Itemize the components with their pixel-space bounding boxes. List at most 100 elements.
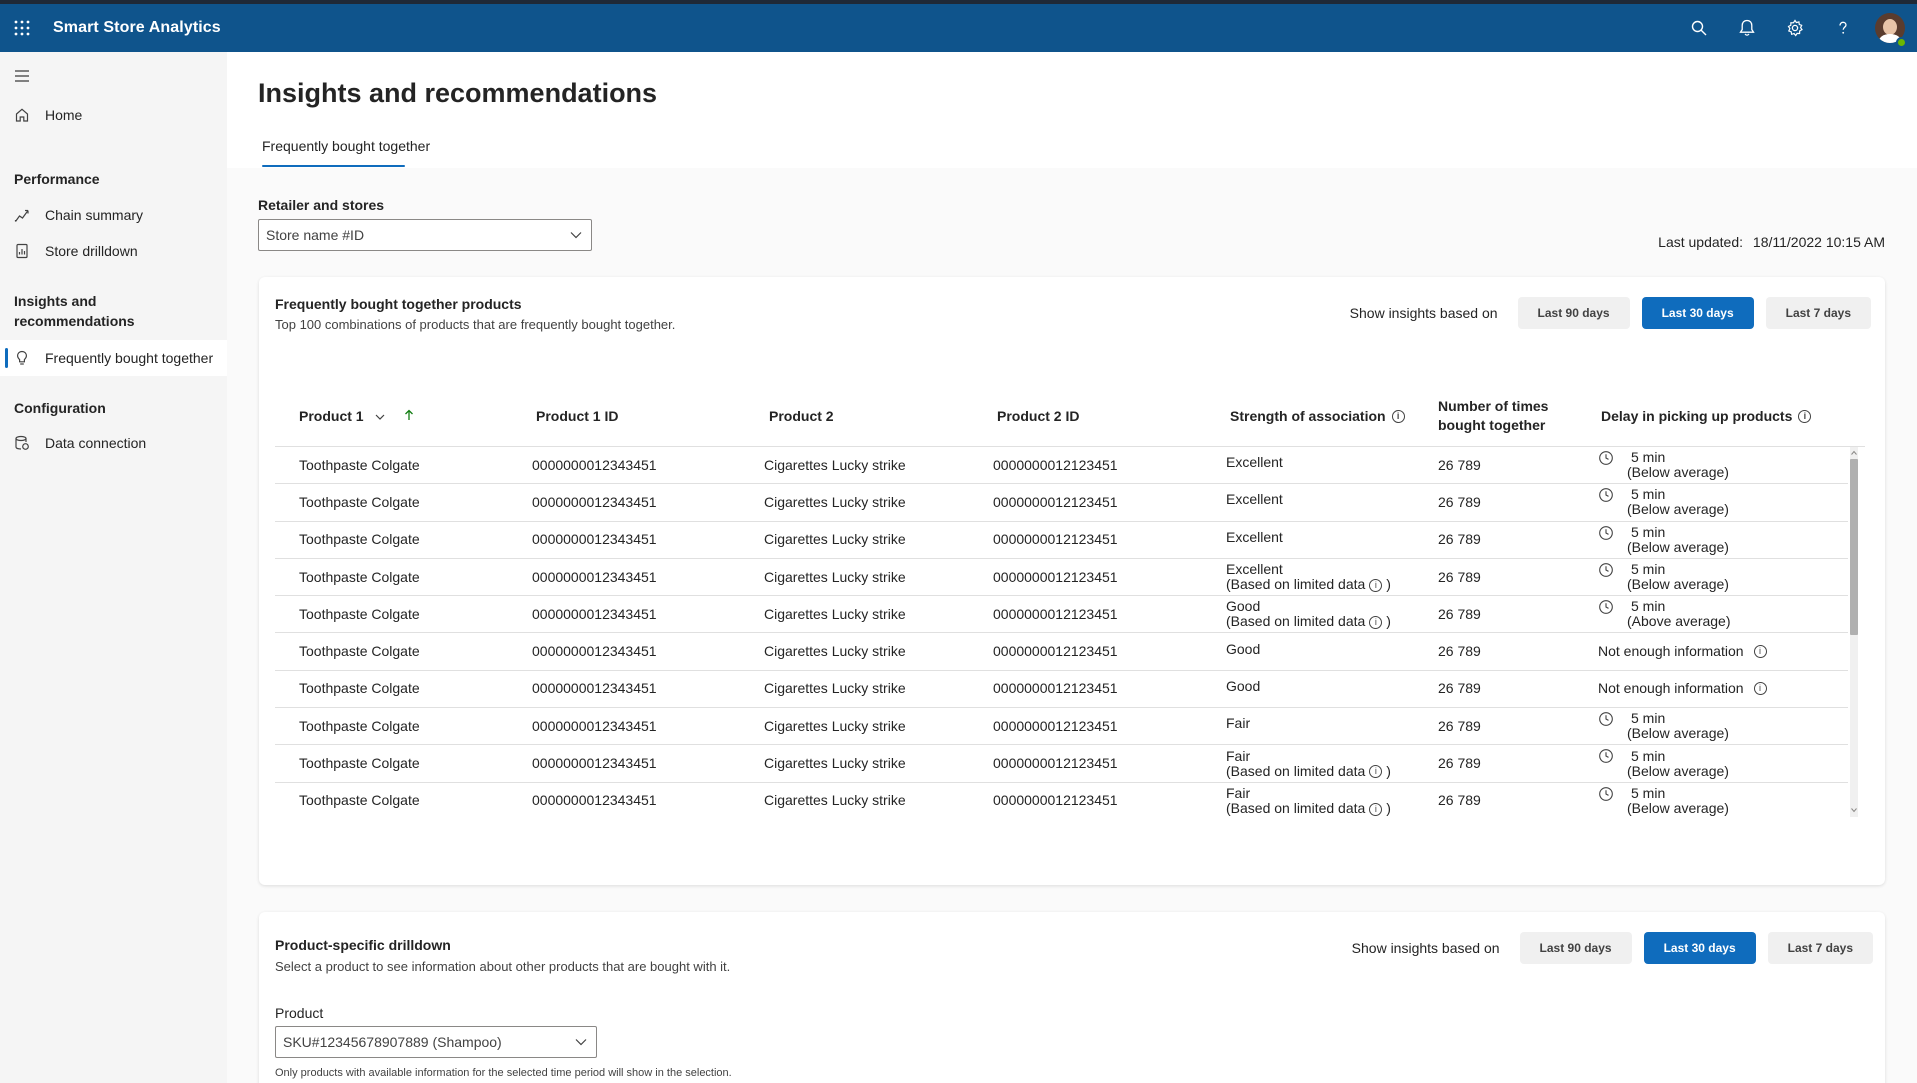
drilldown-range-30-button[interactable]: Last 30 days: [1643, 932, 1756, 964]
scroll-up-icon[interactable]: [1850, 449, 1858, 457]
bell-icon[interactable]: [1723, 4, 1771, 52]
cell-delay-value: 5 min: [1631, 561, 1666, 578]
nav-home[interactable]: Home: [0, 97, 227, 133]
cell-delay-value: Not enough information: [1598, 680, 1744, 697]
cell-product1-id: 0000000012343451: [532, 605, 657, 622]
info-icon[interactable]: i: [1369, 802, 1383, 816]
cell-times: 26 789: [1438, 717, 1481, 734]
info-icon[interactable]: i: [1798, 410, 1812, 423]
search-icon[interactable]: [1675, 4, 1723, 52]
drilldown-range-label: Show insights based on: [1351, 940, 1500, 956]
app-launcher-icon[interactable]: [0, 4, 44, 52]
chevron-down-icon[interactable]: [374, 411, 386, 423]
col-product1-header[interactable]: Product 1: [299, 407, 414, 426]
fbt-range-30-button[interactable]: Last 30 days: [1641, 297, 1754, 329]
gear-icon[interactable]: [1771, 4, 1819, 52]
page-header: Insights and recommendations Frequently …: [227, 52, 1917, 168]
table-row[interactable]: Toothpaste Colgate 0000000012343451 Cigare…: [275, 596, 1848, 634]
cell-delay-note: (Below average): [1627, 762, 1729, 779]
table-row[interactable]: Toothpaste Colgate 0000000012343451 Cigare…: [275, 447, 1848, 485]
col-product1-label: Product 1: [299, 408, 364, 424]
clock-icon: [1598, 525, 1614, 541]
nav-home-label: Home: [45, 107, 83, 123]
table-row[interactable]: Toothpaste Colgate 0000000012343451 Cigare…: [275, 671, 1848, 709]
nav-frequently-bought-together[interactable]: Frequently bought together: [0, 340, 227, 376]
drilldown-range-90-button[interactable]: Last 90 days: [1519, 932, 1632, 964]
cell-product2-id: 0000000012123451: [993, 643, 1118, 660]
nav-chain-summary[interactable]: Chain summary: [0, 197, 227, 233]
table-scrollbar[interactable]: [1849, 447, 1859, 817]
tab-selected-indicator: [262, 165, 405, 167]
cell-strength: Fair (Based on limited data i ): [1226, 783, 1391, 817]
cell-product2: Cigarettes Lucky strike: [764, 643, 906, 660]
cell-delay-value: 5 min: [1631, 523, 1666, 540]
presence-available-icon: [1896, 37, 1907, 48]
cell-strength: Excellent (Based on limited data i ): [1226, 559, 1391, 595]
cell-times: 26 789: [1438, 493, 1481, 510]
cell-product1: Toothpaste Colgate: [299, 792, 420, 809]
retailer-stores-label: Retailer and stores: [258, 197, 385, 213]
table-row[interactable]: Toothpaste Colgate 0000000012343451 Cigare…: [275, 783, 1848, 817]
info-icon[interactable]: i: [1391, 410, 1405, 423]
chevron-down-icon: [569, 228, 583, 242]
nav-store-drilldown[interactable]: Store drilldown: [0, 233, 227, 269]
cell-times: 26 789: [1438, 605, 1481, 622]
app-title[interactable]: Smart Store Analytics: [53, 19, 221, 37]
hamburger-menu-icon[interactable]: [12, 66, 32, 86]
help-icon[interactable]: [1819, 4, 1867, 52]
last-updated-value: 18/11/2022 10:15 AM: [1752, 234, 1885, 250]
table-row[interactable]: Toothpaste Colgate 0000000012343451 Cigare…: [275, 745, 1848, 783]
nav-section-performance: Performance: [14, 171, 100, 187]
table-row[interactable]: Toothpaste Colgate 0000000012343451 Cigare…: [275, 634, 1848, 671]
drilldown-range-selector: Show insights based on Last 90 days Last…: [1352, 932, 1873, 964]
col-times-header[interactable]: Number of times bought together: [1438, 397, 1548, 435]
cell-product2-id: 0000000012123451: [993, 605, 1118, 622]
sort-ascending-icon[interactable]: [404, 407, 414, 426]
cell-delay-note: (Above average): [1627, 613, 1731, 630]
fbt-range-90-button[interactable]: Last 90 days: [1517, 297, 1630, 329]
col-product2-header[interactable]: Product 2: [769, 407, 834, 426]
fbt-card-title: Frequently bought together products: [275, 296, 522, 312]
scrollbar-thumb[interactable]: [1850, 459, 1858, 635]
info-icon[interactable]: i: [1369, 765, 1383, 779]
cell-delay-value: 5 min: [1631, 784, 1666, 801]
col-product2-id-header[interactable]: Product 2 ID: [997, 407, 1079, 426]
info-icon[interactable]: i: [1753, 645, 1767, 659]
cell-delay: Not enough information i: [1598, 634, 1767, 670]
nav-frequently-bought-together-label: Frequently bought together: [45, 350, 214, 366]
col-strength-header[interactable]: Strength of association i: [1230, 407, 1405, 426]
info-icon[interactable]: i: [1369, 578, 1383, 592]
tab-frequently-bought-together[interactable]: Frequently bought together: [262, 138, 430, 162]
cell-strength-limited: (Based on limited data i ): [1226, 762, 1391, 779]
left-navigation: Home Performance Chain summary Store dri…: [0, 52, 227, 1083]
fbt-range-7-button[interactable]: Last 7 days: [1765, 297, 1871, 329]
info-icon[interactable]: i: [1369, 616, 1383, 630]
drilldown-range-7-button[interactable]: Last 7 days: [1767, 932, 1873, 964]
product-select[interactable]: SKU#12345678907889 (Shampoo): [275, 1026, 597, 1058]
col-times-label-line1: Number of times: [1438, 398, 1549, 414]
clock-icon: [1598, 487, 1614, 503]
fbt-card-subtitle: Top 100 combinations of products that ar…: [275, 317, 676, 332]
cell-product1: Toothpaste Colgate: [299, 456, 420, 473]
info-icon[interactable]: i: [1753, 682, 1767, 696]
col-delay-header[interactable]: Delay in picking up products i: [1601, 407, 1812, 426]
store-select[interactable]: Store name #ID: [258, 219, 592, 251]
cell-delay: 5 min (Below average): [1598, 745, 1729, 781]
clock-icon: [1598, 450, 1614, 466]
nav-section-configuration: Configuration: [14, 400, 106, 416]
scroll-down-icon[interactable]: [1850, 806, 1858, 814]
clock-icon: [1598, 711, 1614, 727]
fbt-range-label: Show insights based on: [1349, 305, 1498, 321]
table-row[interactable]: Toothpaste Colgate 0000000012343451 Cigare…: [275, 559, 1848, 597]
cell-delay-value: 5 min: [1631, 710, 1666, 727]
table-row[interactable]: Toothpaste Colgate 0000000012343451 Cigare…: [275, 708, 1848, 746]
table-row[interactable]: Toothpaste Colgate 0000000012343451 Cigare…: [275, 484, 1848, 522]
cell-strength: Fair: [1226, 708, 1250, 744]
cell-strength-limited: (Based on limited data i ): [1226, 576, 1391, 593]
table-row[interactable]: Toothpaste Colgate 0000000012343451 Cigare…: [275, 522, 1848, 559]
cell-strength-limited: (Based on limited data i ): [1226, 613, 1391, 630]
nav-data-connection[interactable]: Data connection: [0, 425, 227, 461]
col-product1-id-header[interactable]: Product 1 ID: [536, 407, 618, 426]
cell-product1: Toothpaste Colgate: [299, 680, 420, 697]
col-delay-label: Delay in picking up products: [1601, 408, 1793, 424]
